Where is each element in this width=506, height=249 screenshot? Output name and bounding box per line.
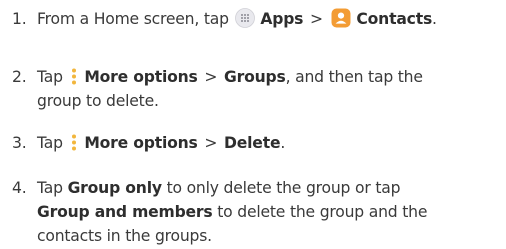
contacts-icon — [331, 8, 351, 34]
separator: > — [310, 10, 323, 28]
more-options-icon — [69, 132, 79, 158]
group-and-members-label: Group and members — [37, 203, 213, 221]
apps-grid-icon — [234, 8, 255, 34]
more-options-icon — [69, 66, 79, 92]
separator: > — [204, 68, 218, 86]
delete-label: Delete — [224, 134, 281, 152]
step-text: Tap — [37, 68, 63, 86]
step-number: 2. — [12, 68, 27, 86]
more-options-label: More options — [84, 134, 198, 152]
group-only-label: Group only — [67, 179, 162, 197]
step-number: 1. — [12, 10, 27, 28]
separator: > — [204, 134, 218, 152]
groups-label: Groups — [224, 68, 286, 86]
more-options-label: More options — [84, 68, 198, 86]
contacts-label: Contacts — [356, 10, 433, 28]
step-number: 3. — [12, 134, 27, 152]
step-text: Tap — [37, 134, 63, 152]
step-text: Tap — [37, 179, 63, 197]
step-text: From a Home screen, tap — [37, 10, 229, 28]
step-number: 4. — [12, 179, 27, 197]
apps-label: Apps — [260, 10, 304, 28]
